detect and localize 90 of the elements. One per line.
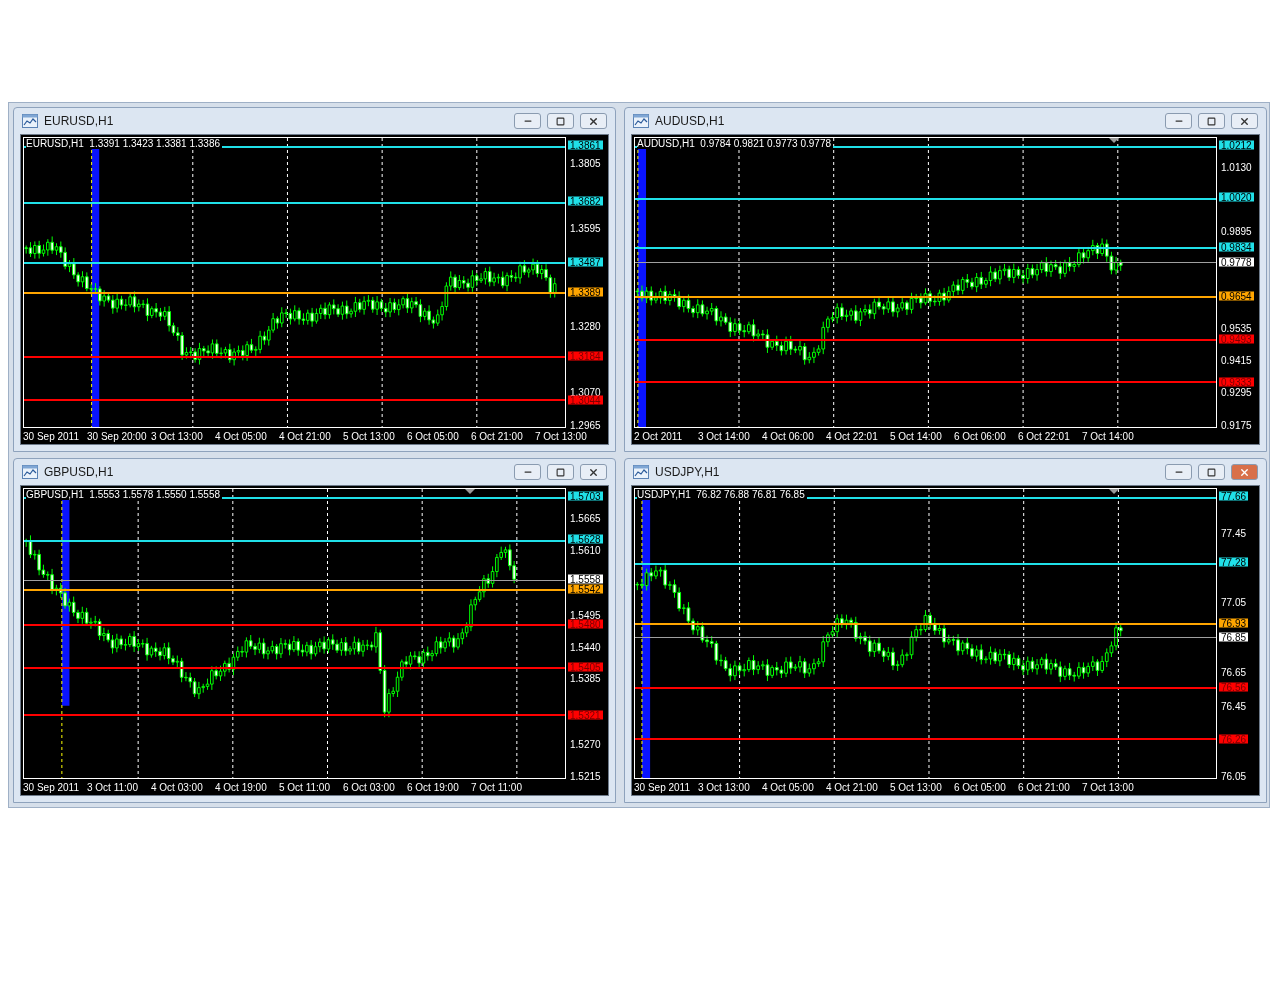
price-level-label: 0.9834 [1219,242,1254,252]
chart-header: GBPUSD,H1 1.5553 1.5578 1.5550 1.5558 [26,489,223,500]
window-title: USDJPY,H1 [655,464,721,481]
price-level-label: 77.66 [1219,491,1249,501]
price-tick: 0.9175 [1221,420,1252,430]
price-level-label: 77.28 [1219,557,1249,567]
time-label: 4 Oct 06:00 [762,429,815,444]
price-level-label: 1.5405 [568,662,603,672]
time-label: 3 Oct 13:00 [698,780,751,795]
price-tick: 76.45 [1221,701,1247,711]
time-label: 5 Oct 14:00 [890,429,943,444]
time-label: 2 Oct 2011 [634,429,684,444]
price-level-label: 0.9333 [1219,377,1254,387]
time-label: 30 Sep 2011 [634,780,691,795]
price-tick: 1.5215 [570,771,601,781]
price-level-label: 1.5558 [568,574,603,584]
price-level-label: 76.93 [1219,618,1249,628]
price-tick: 77.05 [1221,597,1247,607]
price-level-label: 1.5480 [568,619,603,629]
window-title: GBPUSD,H1 [44,464,115,481]
price-level-label: 76.85 [1219,632,1249,642]
price-tick: 1.3280 [570,321,601,331]
time-label: 6 Oct 21:00 [1018,780,1071,795]
window-title: AUDUSD,H1 [655,113,726,130]
price-tick: 1.5270 [570,739,601,749]
window-title: EURUSD,H1 [44,113,115,130]
price-level-label: 76.56 [1219,682,1249,692]
time-label: 4 Oct 19:00 [215,780,268,795]
price-level-label: 1.3861 [568,140,603,150]
time-label: 4 Oct 05:00 [215,429,268,444]
time-label: 4 Oct 05:00 [762,780,815,795]
time-label: 3 Oct 14:00 [698,429,751,444]
price-tick: 1.3805 [570,158,601,168]
price-tick: 1.5385 [570,673,601,683]
time-label: 30 Sep 2011 [23,780,80,795]
price-tick: 1.3070 [570,387,601,397]
time-label: 30 Sep 2011 [23,429,80,444]
time-label: 7 Oct 11:00 [471,780,523,795]
time-label: 6 Oct 22:01 [1018,429,1071,444]
time-label: 4 Oct 21:00 [279,429,332,444]
price-tick: 1.5610 [570,545,601,555]
time-label: 6 Oct 06:00 [954,429,1007,444]
price-tick: 76.65 [1221,667,1247,677]
price-level-label: 76.26 [1219,734,1249,744]
time-label: 5 Oct 13:00 [890,780,943,795]
price-tick: 0.9895 [1221,226,1252,236]
price-tick: 1.5495 [570,610,601,620]
price-tick: 1.5665 [570,513,601,523]
time-label: 7 Oct 14:00 [1082,429,1135,444]
price-tick: 1.2965 [570,420,601,430]
time-label: 6 Oct 05:00 [954,780,1007,795]
price-level-label: 1.3487 [568,257,603,267]
time-label: 6 Oct 19:00 [407,780,460,795]
chart-header: USDJPY,H1 76.82 76.88 76.81 76.85 [637,489,807,500]
price-level-label: 0.9778 [1219,257,1254,267]
price-level-label: 1.5703 [568,491,603,501]
time-label: 5 Oct 13:00 [343,429,396,444]
time-label: 4 Oct 21:00 [826,780,879,795]
price-level-label: 0.9654 [1219,291,1254,301]
price-level-label: 1.3044 [568,395,603,405]
price-level-label: 0.9493 [1219,334,1254,344]
price-tick: 76.05 [1221,771,1247,781]
price-tick: 77.45 [1221,528,1247,538]
price-tick: 0.9535 [1221,323,1252,333]
price-level-label: 1.0020 [1219,192,1254,202]
price-level-label: 1.3389 [568,288,603,297]
time-label: 5 Oct 11:00 [279,780,331,795]
price-tick: 0.9415 [1221,355,1252,365]
time-label: 6 Oct 05:00 [407,429,460,444]
price-level-label: 1.3682 [568,196,603,206]
price-level-label: 1.5321 [568,710,603,720]
time-label: 30 Sep 20:00 [87,429,148,444]
time-label: 6 Oct 03:00 [343,780,396,795]
price-tick: 1.5440 [570,642,601,652]
price-tick: 1.0130 [1221,162,1252,172]
time-label: 3 Oct 11:00 [87,780,139,795]
time-label: 7 Oct 13:00 [535,429,588,444]
price-tick: 0.9295 [1221,387,1252,397]
chart-header: EURUSD,H1 1.3391 1.3423 1.3381 1.3386 [26,138,223,149]
time-label: 6 Oct 21:00 [471,429,524,444]
time-label: 4 Oct 03:00 [151,780,204,795]
chart-header: AUDUSD,H1 0.9784 0.9821 0.9773 0.9778 [637,138,834,149]
time-label: 4 Oct 22:01 [826,429,879,444]
price-level-label: 1.5628 [568,534,603,544]
price-level-label: 1.5542 [568,584,603,593]
time-label: 3 Oct 13:00 [151,429,204,444]
time-label: 7 Oct 13:00 [1082,780,1135,795]
price-level-label: 1.0212 [1219,140,1254,150]
price-level-label: 1.3184 [568,351,603,361]
price-tick: 1.3595 [570,223,601,233]
